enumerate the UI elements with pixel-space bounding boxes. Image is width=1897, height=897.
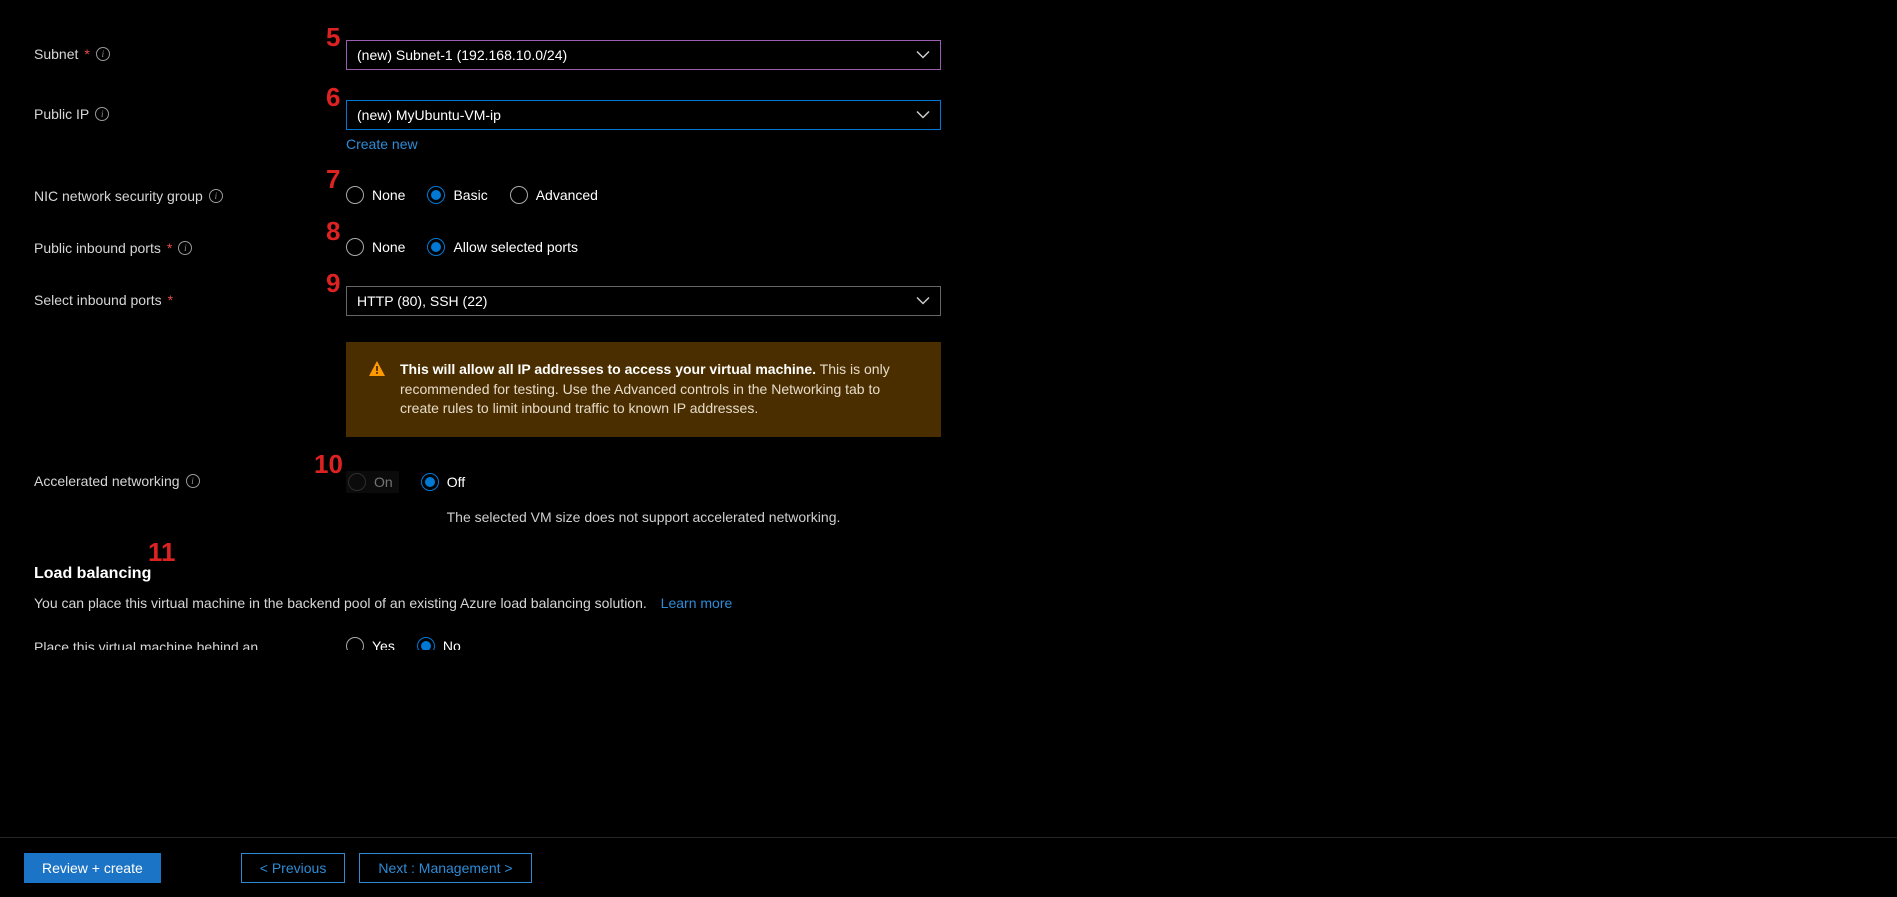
info-icon[interactable]: i (96, 47, 110, 61)
inbound-ports-radio-group: None Allow selected ports (346, 234, 941, 256)
annotation-7: 7 (326, 164, 340, 195)
annotation-5: 5 (326, 22, 340, 53)
subnet-value: (new) Subnet-1 (192.168.10.0/24) (357, 47, 567, 63)
accel-off-label: Off (447, 474, 465, 490)
inbound-none-label: None (372, 239, 405, 255)
select-ports-value: HTTP (80), SSH (22) (357, 293, 487, 309)
load-balancing-learn-more[interactable]: Learn more (661, 595, 733, 611)
subnet-label: Subnet (34, 46, 78, 62)
public-ip-label: Public IP (34, 106, 89, 122)
annotation-10: 10 (314, 449, 343, 480)
behind-yes-radio[interactable]: Yes (346, 637, 395, 650)
subnet-dropdown[interactable]: (new) Subnet-1 (192.168.10.0/24) (346, 40, 941, 70)
load-balancing-desc: You can place this virtual machine in th… (34, 595, 647, 611)
next-button[interactable]: Next : Management > (359, 853, 531, 883)
nsg-basic-label: Basic (453, 187, 487, 203)
nsg-none-label: None (372, 187, 405, 203)
behind-no-label: No (443, 638, 461, 650)
info-icon[interactable]: i (178, 241, 192, 255)
chevron-down-icon (916, 297, 930, 306)
inbound-allow-label: Allow selected ports (453, 239, 578, 255)
nsg-none-radio[interactable]: None (346, 186, 405, 204)
inbound-ports-label: Public inbound ports (34, 240, 161, 256)
annotation-9: 9 (326, 268, 340, 299)
nsg-advanced-label: Advanced (536, 187, 598, 203)
behind-lb-label: Place this virtual machine behind an (34, 639, 258, 650)
accel-helper-text: The selected VM size does not support ac… (346, 509, 941, 525)
required-indicator: * (167, 240, 172, 256)
inbound-warning: This will allow all IP addresses to acce… (346, 342, 941, 437)
create-new-link[interactable]: Create new (346, 136, 418, 152)
public-ip-dropdown[interactable]: (new) MyUbuntu-VM-ip (346, 100, 941, 130)
accel-label: Accelerated networking (34, 473, 180, 489)
chevron-down-icon (916, 111, 930, 120)
behind-lb-radio-group: Yes No (346, 633, 941, 650)
nsg-advanced-radio[interactable]: Advanced (510, 186, 598, 204)
behind-no-radio[interactable]: No (417, 637, 461, 650)
nsg-label: NIC network security group (34, 188, 203, 204)
accel-radio-group: On Off (346, 467, 941, 493)
accel-on-label: On (374, 474, 393, 490)
previous-button[interactable]: < Previous (241, 853, 346, 883)
annotation-11: 11 (148, 537, 176, 568)
review-create-button[interactable]: Review + create (24, 853, 161, 883)
inbound-allow-radio[interactable]: Allow selected ports (427, 238, 578, 256)
warning-bold: This will allow all IP addresses to acce… (400, 361, 816, 377)
annotation-6: 6 (326, 82, 340, 113)
warning-icon (368, 360, 386, 419)
chevron-down-icon (916, 51, 930, 60)
accel-on-radio: On (346, 471, 399, 493)
info-icon[interactable]: i (186, 474, 200, 488)
nsg-radio-group: None Basic Advanced (346, 182, 941, 204)
annotation-8: 8 (326, 216, 340, 247)
load-balancing-heading: 11 Load balancing (34, 565, 1897, 583)
required-indicator: * (84, 46, 89, 62)
info-icon[interactable]: i (209, 189, 223, 203)
inbound-none-radio[interactable]: None (346, 238, 405, 256)
select-ports-label: Select inbound ports (34, 292, 162, 308)
accel-off-radio[interactable]: Off (421, 473, 465, 491)
required-indicator: * (168, 292, 173, 308)
public-ip-value: (new) MyUbuntu-VM-ip (357, 107, 501, 123)
behind-yes-label: Yes (372, 638, 395, 650)
wizard-footer: Review + create < Previous Next : Manage… (0, 837, 1897, 897)
select-ports-dropdown[interactable]: HTTP (80), SSH (22) (346, 286, 941, 316)
info-icon[interactable]: i (95, 107, 109, 121)
nsg-basic-radio[interactable]: Basic (427, 186, 487, 204)
